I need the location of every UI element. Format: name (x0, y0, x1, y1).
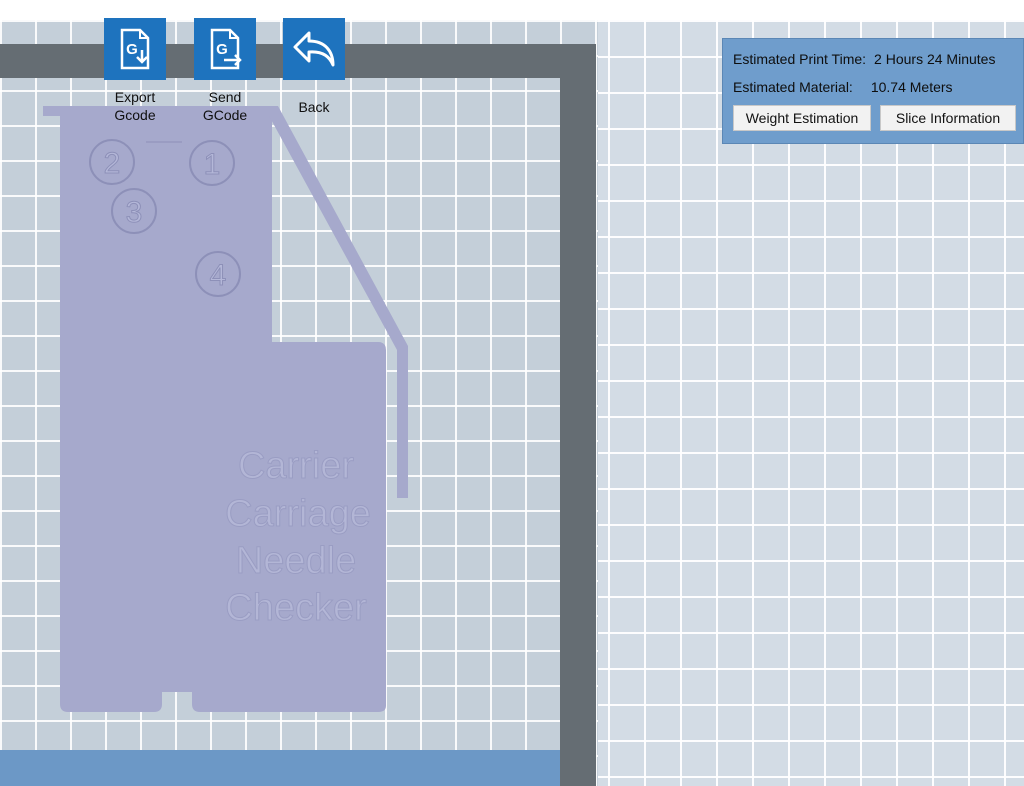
emboss-line-3: Needle (236, 540, 356, 582)
send-gcode-label: Send GCode (202, 89, 248, 123)
hole-label-1: 1 (204, 148, 221, 181)
emboss-line-2: Carriage (225, 493, 371, 535)
hole-label-2: 2 (104, 147, 121, 180)
svg-text:G: G (216, 41, 228, 58)
weight-estimation-button[interactable]: Weight Estimation (733, 105, 871, 131)
back-arrow-icon[interactable] (283, 18, 345, 80)
print-time-value: 2 Hours 24 Minutes (874, 51, 996, 67)
send-gcode-icon[interactable]: G (194, 18, 256, 80)
print-estimate-panel: Estimated Print Time: 2 Hours 24 Minutes … (722, 38, 1024, 144)
svg-text:G: G (126, 41, 138, 58)
back-label: Back (298, 99, 330, 115)
print-time-row: Estimated Print Time: 2 Hours 24 Minutes (733, 51, 995, 67)
material-value: 10.74 Meters (870, 79, 953, 95)
send-gcode-button[interactable]: G Send GCode (185, 18, 265, 124)
slice-information-button[interactable]: Slice Information (880, 105, 1016, 131)
export-gcode-label: Export Gcode (114, 89, 156, 123)
material-label: Estimated Material: (733, 79, 853, 95)
export-gcode-icon[interactable]: G (104, 18, 166, 80)
export-gcode-button[interactable]: G Export Gcode (95, 18, 175, 124)
back-button[interactable]: Back (274, 18, 354, 116)
emboss-line-4: Checker (225, 587, 367, 629)
hole-label-4: 4 (210, 259, 227, 292)
emboss-line-1: Carrier (238, 445, 354, 487)
material-row: Estimated Material: 10.74 Meters (733, 79, 953, 95)
print-time-label: Estimated Print Time: (733, 51, 867, 67)
hole-label-3: 3 (126, 196, 143, 229)
